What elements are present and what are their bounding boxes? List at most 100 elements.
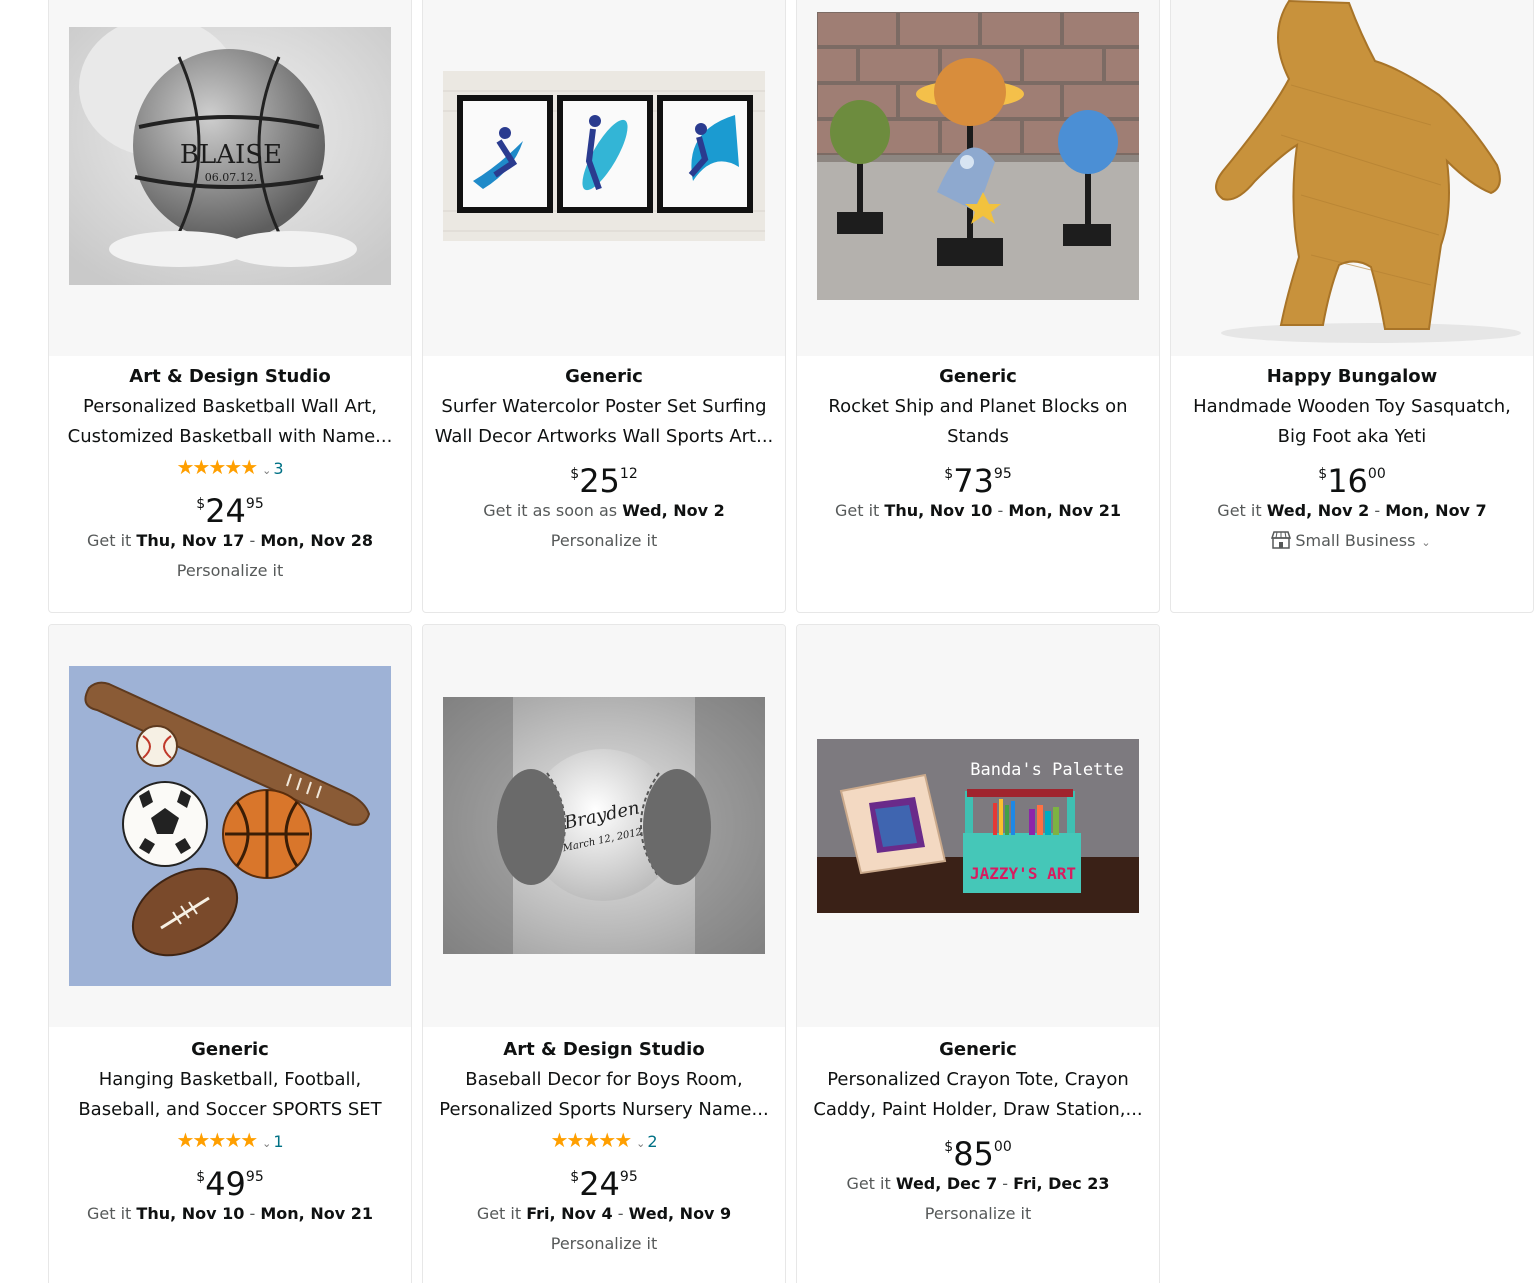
delivery-start: Thu, Nov 10 xyxy=(884,501,993,520)
personalize-label: Personalize it xyxy=(550,531,658,550)
rating-row[interactable]: ★★★★★ ⌄ 1 xyxy=(53,1125,407,1155)
delivery-prefix: Get it xyxy=(87,1204,132,1223)
chevron-down-icon[interactable]: ⌄ xyxy=(1421,536,1430,549)
delivery-separator: - xyxy=(992,501,1009,520)
price-whole: 73 xyxy=(953,462,994,500)
image-text-name: BLAISE xyxy=(180,140,282,170)
price-fraction: 95 xyxy=(245,1169,264,1185)
delivery-start: Thu, Nov 17 xyxy=(136,531,245,550)
personalize-label: Personalize it xyxy=(924,1204,1032,1223)
delivery-start: Thu, Nov 10 xyxy=(136,1204,245,1223)
product-title-link[interactable]: Baseball Decor for Boys Room, Personaliz… xyxy=(427,1065,781,1125)
product-card-1[interactable]: BLAISE 06.07.12. Art & Design Studio Per… xyxy=(48,0,412,613)
delivery-separator: - xyxy=(997,1174,1014,1193)
product-image-surfer-posters[interactable] xyxy=(443,71,765,241)
price-fraction: 00 xyxy=(1367,466,1386,482)
price: $4995 xyxy=(53,1155,407,1203)
chevron-down-icon[interactable]: ⌄ xyxy=(636,1137,645,1150)
rating-count-link[interactable]: 3 xyxy=(273,459,283,478)
product-info: Generic Surfer Watercolor Poster Set Sur… xyxy=(423,362,785,556)
delivery-separator: - xyxy=(244,1204,261,1223)
price-symbol: $ xyxy=(1318,466,1328,482)
product-image-sports-set[interactable] xyxy=(69,666,391,986)
price-whole: 24 xyxy=(579,1165,620,1203)
price: $2512 xyxy=(427,452,781,500)
image-text-tote: JAZZY'S ART xyxy=(970,864,1076,883)
delivery-prefix: Get it xyxy=(476,1204,522,1223)
product-card-3[interactable]: Generic Rocket Ship and Planet Blocks on… xyxy=(796,0,1160,613)
delivery-start: Wed, Dec 7 xyxy=(895,1174,998,1193)
product-image-rocket-planets[interactable] xyxy=(817,12,1139,300)
price-whole: 25 xyxy=(579,462,620,500)
price-symbol: $ xyxy=(570,1169,580,1185)
personalize-label: Personalize it xyxy=(176,561,284,580)
rating-count-link[interactable]: 2 xyxy=(647,1132,657,1151)
product-image-basketball[interactable]: BLAISE 06.07.12. xyxy=(69,27,391,285)
price: $2495 xyxy=(53,482,407,530)
product-image-crayon-tote[interactable]: Banda's Palette JAZZY'S ART xyxy=(817,739,1139,913)
product-title-link[interactable]: Handmade Wooden Toy Sasquatch, Big Foot … xyxy=(1175,392,1529,452)
product-title-link[interactable]: Surfer Watercolor Poster Set Surfing Wal… xyxy=(427,392,781,452)
product-title-link[interactable]: Personalized Basketball Wall Art, Custom… xyxy=(53,392,407,452)
rating-row[interactable]: ★★★★★ ⌄ 2 xyxy=(427,1125,781,1155)
star-rating-icon[interactable]: ★★★★★ xyxy=(550,1128,632,1152)
product-card-7[interactable]: Banda's Palette JAZZY'S ART Generic Pers… xyxy=(796,624,1160,1283)
delivery-estimate: Get it Thu, Nov 10 - Mon, Nov 21 xyxy=(801,496,1155,526)
delivery-end: Fri, Dec 23 xyxy=(1013,1174,1110,1193)
delivery-estimate: Get it Wed, Nov 2 - Mon, Nov 7 xyxy=(1175,496,1529,526)
price-fraction: 95 xyxy=(993,466,1012,482)
chevron-down-icon[interactable]: ⌄ xyxy=(262,464,271,477)
delivery-estimate: Get it Fri, Nov 4 - Wed, Nov 9 xyxy=(427,1199,781,1229)
rating-row[interactable]: ★★★★★ ⌄ 3 xyxy=(53,452,407,482)
product-title-link[interactable]: Personalized Crayon Tote, Crayon Caddy, … xyxy=(801,1065,1155,1125)
brand-name: Generic xyxy=(191,1039,269,1060)
price-whole: 85 xyxy=(953,1135,994,1173)
product-title-link[interactable]: Hanging Basketball, Football, Baseball, … xyxy=(53,1065,407,1125)
product-title-link[interactable]: Rocket Ship and Planet Blocks on Stands xyxy=(801,392,1155,452)
price: $2495 xyxy=(427,1155,781,1203)
image-text-shop: Banda's Palette xyxy=(970,760,1124,780)
delivery-end: Mon, Nov 21 xyxy=(260,1204,373,1223)
product-image-baseball[interactable]: Brayden March 12, 2012 xyxy=(443,697,765,954)
delivery-end: Mon, Nov 28 xyxy=(260,531,373,550)
product-image-area: Brayden March 12, 2012 xyxy=(423,625,785,1027)
price: $7395 xyxy=(801,452,1155,500)
small-business-label: Small Business xyxy=(1295,531,1416,550)
product-info: Art & Design Studio Personalized Basketb… xyxy=(49,362,411,586)
rating-count-link[interactable]: 1 xyxy=(273,1132,283,1151)
delivery-separator: - xyxy=(612,1204,629,1223)
price-symbol: $ xyxy=(944,466,954,482)
personalize-label: Personalize it xyxy=(550,1234,658,1253)
store-icon xyxy=(1271,529,1292,559)
product-image-area xyxy=(49,625,411,1027)
product-image-area: Banda's Palette JAZZY'S ART xyxy=(797,625,1159,1027)
small-business-badge[interactable]: Small Business ⌄ xyxy=(1175,526,1529,559)
product-info: Generic Personalized Crayon Tote, Crayon… xyxy=(797,1035,1159,1229)
brand-name: Happy Bungalow xyxy=(1266,366,1438,387)
product-image-area xyxy=(423,0,785,356)
chevron-down-icon[interactable]: ⌄ xyxy=(262,1137,271,1150)
price-fraction: 00 xyxy=(993,1139,1012,1155)
delivery-prefix: Get it xyxy=(835,501,880,520)
delivery-prefix: Get it xyxy=(846,1174,891,1193)
brand-name: Art & Design Studio xyxy=(503,1039,705,1060)
star-rating-icon[interactable]: ★★★★★ xyxy=(176,1128,258,1152)
product-card-6[interactable]: Brayden March 12, 2012 Art & Design Stud… xyxy=(422,624,786,1283)
product-card-5[interactable]: Generic Hanging Basketball, Football, Ba… xyxy=(48,624,412,1283)
brand-name: Art & Design Studio xyxy=(129,366,331,387)
star-rating-icon[interactable]: ★★★★★ xyxy=(176,455,258,479)
product-info: Generic Rocket Ship and Planet Blocks on… xyxy=(797,362,1159,526)
delivery-end: Wed, Nov 9 xyxy=(628,1204,732,1223)
price-whole: 49 xyxy=(205,1165,246,1203)
price-whole: 24 xyxy=(205,492,246,530)
price-fraction: 12 xyxy=(619,466,638,482)
delivery-estimate: Get it Wed, Dec 7 - Fri, Dec 23 xyxy=(801,1169,1155,1199)
product-card-2[interactable]: Generic Surfer Watercolor Poster Set Sur… xyxy=(422,0,786,613)
product-card-4[interactable]: Happy Bungalow Handmade Wooden Toy Sasqu… xyxy=(1170,0,1534,613)
price-fraction: 95 xyxy=(619,1169,638,1185)
brand-name: Generic xyxy=(939,1039,1017,1060)
price-whole: 16 xyxy=(1327,462,1368,500)
delivery-separator: - xyxy=(244,531,261,550)
product-image-wooden-sasquatch[interactable] xyxy=(1171,0,1533,356)
delivery-estimate: Get it as soon as Wed, Nov 2 xyxy=(427,496,781,526)
